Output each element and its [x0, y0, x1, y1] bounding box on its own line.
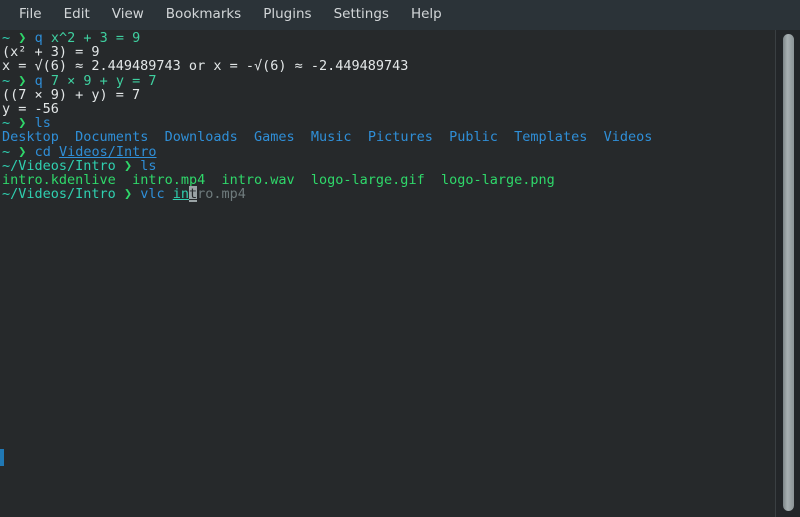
- terminal-line-output: ((7 × 9) + y) = 7: [2, 86, 141, 103]
- terminal-line-output: x = √(6) ≈ 2.449489743 or x = -√(6) ≈ -2…: [2, 58, 409, 75]
- terminal-line-command: ~ ❯ cd Videos/Intro: [2, 144, 775, 159]
- terminal-line-command: ~/Videos/Intro ❯ ls: [2, 159, 775, 173]
- list-item[interactable]: Music: [311, 129, 352, 145]
- menu-item-plugins[interactable]: Plugins: [252, 4, 322, 26]
- terminal-line-output: (x² + 3) = 9: [2, 44, 100, 61]
- list-item[interactable]: Pictures: [368, 129, 433, 145]
- scrollbar-thumb[interactable]: [783, 34, 794, 511]
- terminal-output-area[interactable]: ~ ❯ q x^2 + 3 = 9 (x² + 3) = 9 x = √(6) …: [0, 30, 775, 517]
- list-item[interactable]: Templates: [514, 129, 587, 145]
- list-item[interactable]: Videos: [604, 129, 653, 145]
- text-cursor: t: [189, 186, 198, 203]
- menu-item-file[interactable]: File: [8, 4, 53, 26]
- menu-item-settings[interactable]: Settings: [323, 4, 400, 26]
- line-marker: [0, 449, 4, 466]
- list-item[interactable]: logo-large.png: [441, 172, 555, 188]
- terminal-active-input-line[interactable]: ~/Videos/Intro ❯ vlc intro.mp4: [2, 186, 775, 203]
- prompt-chevron-icon: ❯: [123, 186, 133, 203]
- menu-item-view[interactable]: View: [101, 4, 155, 26]
- menu-bar: File Edit View Bookmarks Plugins Setting…: [0, 0, 800, 30]
- menu-item-edit[interactable]: Edit: [53, 4, 101, 26]
- terminal-line-directory-listing: Desktop Documents Downloads Games Music …: [2, 130, 775, 144]
- command-name: vlc: [140, 186, 165, 203]
- terminal-line-command: ~ ❯ q 7 × 9 + y = 7: [2, 73, 775, 88]
- menu-item-bookmarks[interactable]: Bookmarks: [155, 4, 252, 26]
- terminal-line-output: y = -56: [2, 100, 59, 117]
- terminal-line-file-listing: intro.kdenlive intro.mp4 intro.wav logo-…: [2, 173, 775, 187]
- prompt-path: ~/Videos/Intro: [2, 186, 116, 203]
- terminal-line-command: ~ ❯ ls: [2, 116, 775, 130]
- list-item[interactable]: Games: [254, 129, 295, 145]
- menu-item-help[interactable]: Help: [400, 4, 453, 26]
- typed-text: in: [172, 186, 190, 203]
- list-item[interactable]: Public: [449, 129, 498, 145]
- terminal-window: File Edit View Bookmarks Plugins Setting…: [0, 0, 800, 517]
- scrollbar[interactable]: [775, 30, 800, 517]
- autosuggestion-text: ro.mp4: [197, 186, 246, 203]
- list-item[interactable]: Downloads: [165, 129, 238, 145]
- list-item[interactable]: logo-large.gif: [311, 172, 425, 188]
- terminal-line-command: ~ ❯ q x^2 + 3 = 9: [2, 31, 775, 45]
